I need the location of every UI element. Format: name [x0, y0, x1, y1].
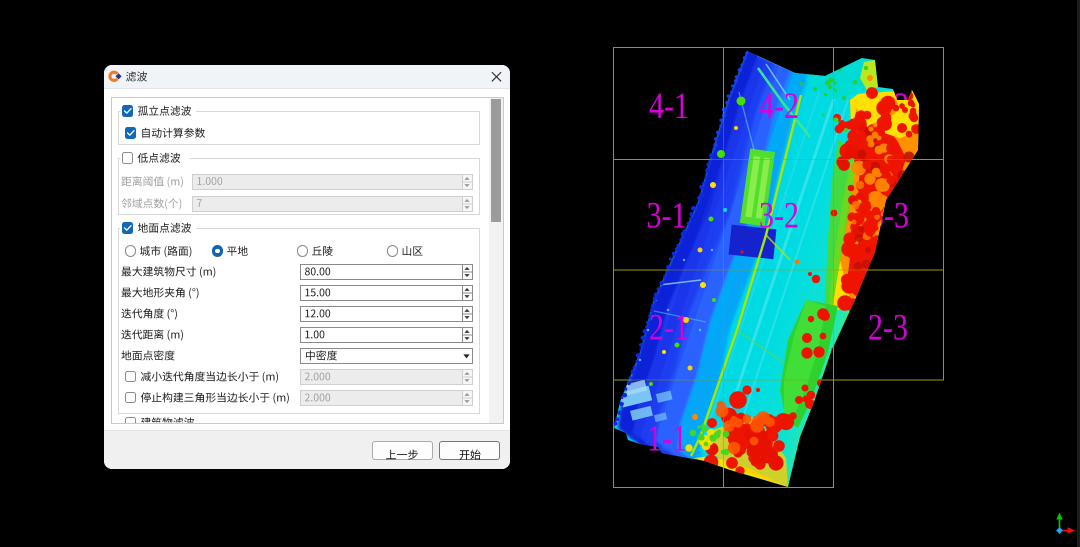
svg-text:3-1: 3-1	[647, 196, 687, 237]
svg-text:2-1: 2-1	[649, 308, 689, 349]
svg-text:4-1: 4-1	[649, 86, 689, 127]
svg-text:4-2: 4-2	[759, 86, 799, 127]
svg-text:3-2: 3-2	[759, 196, 799, 237]
svg-text:1-1: 1-1	[647, 419, 687, 460]
svg-text:2-3: 2-3	[868, 308, 908, 349]
